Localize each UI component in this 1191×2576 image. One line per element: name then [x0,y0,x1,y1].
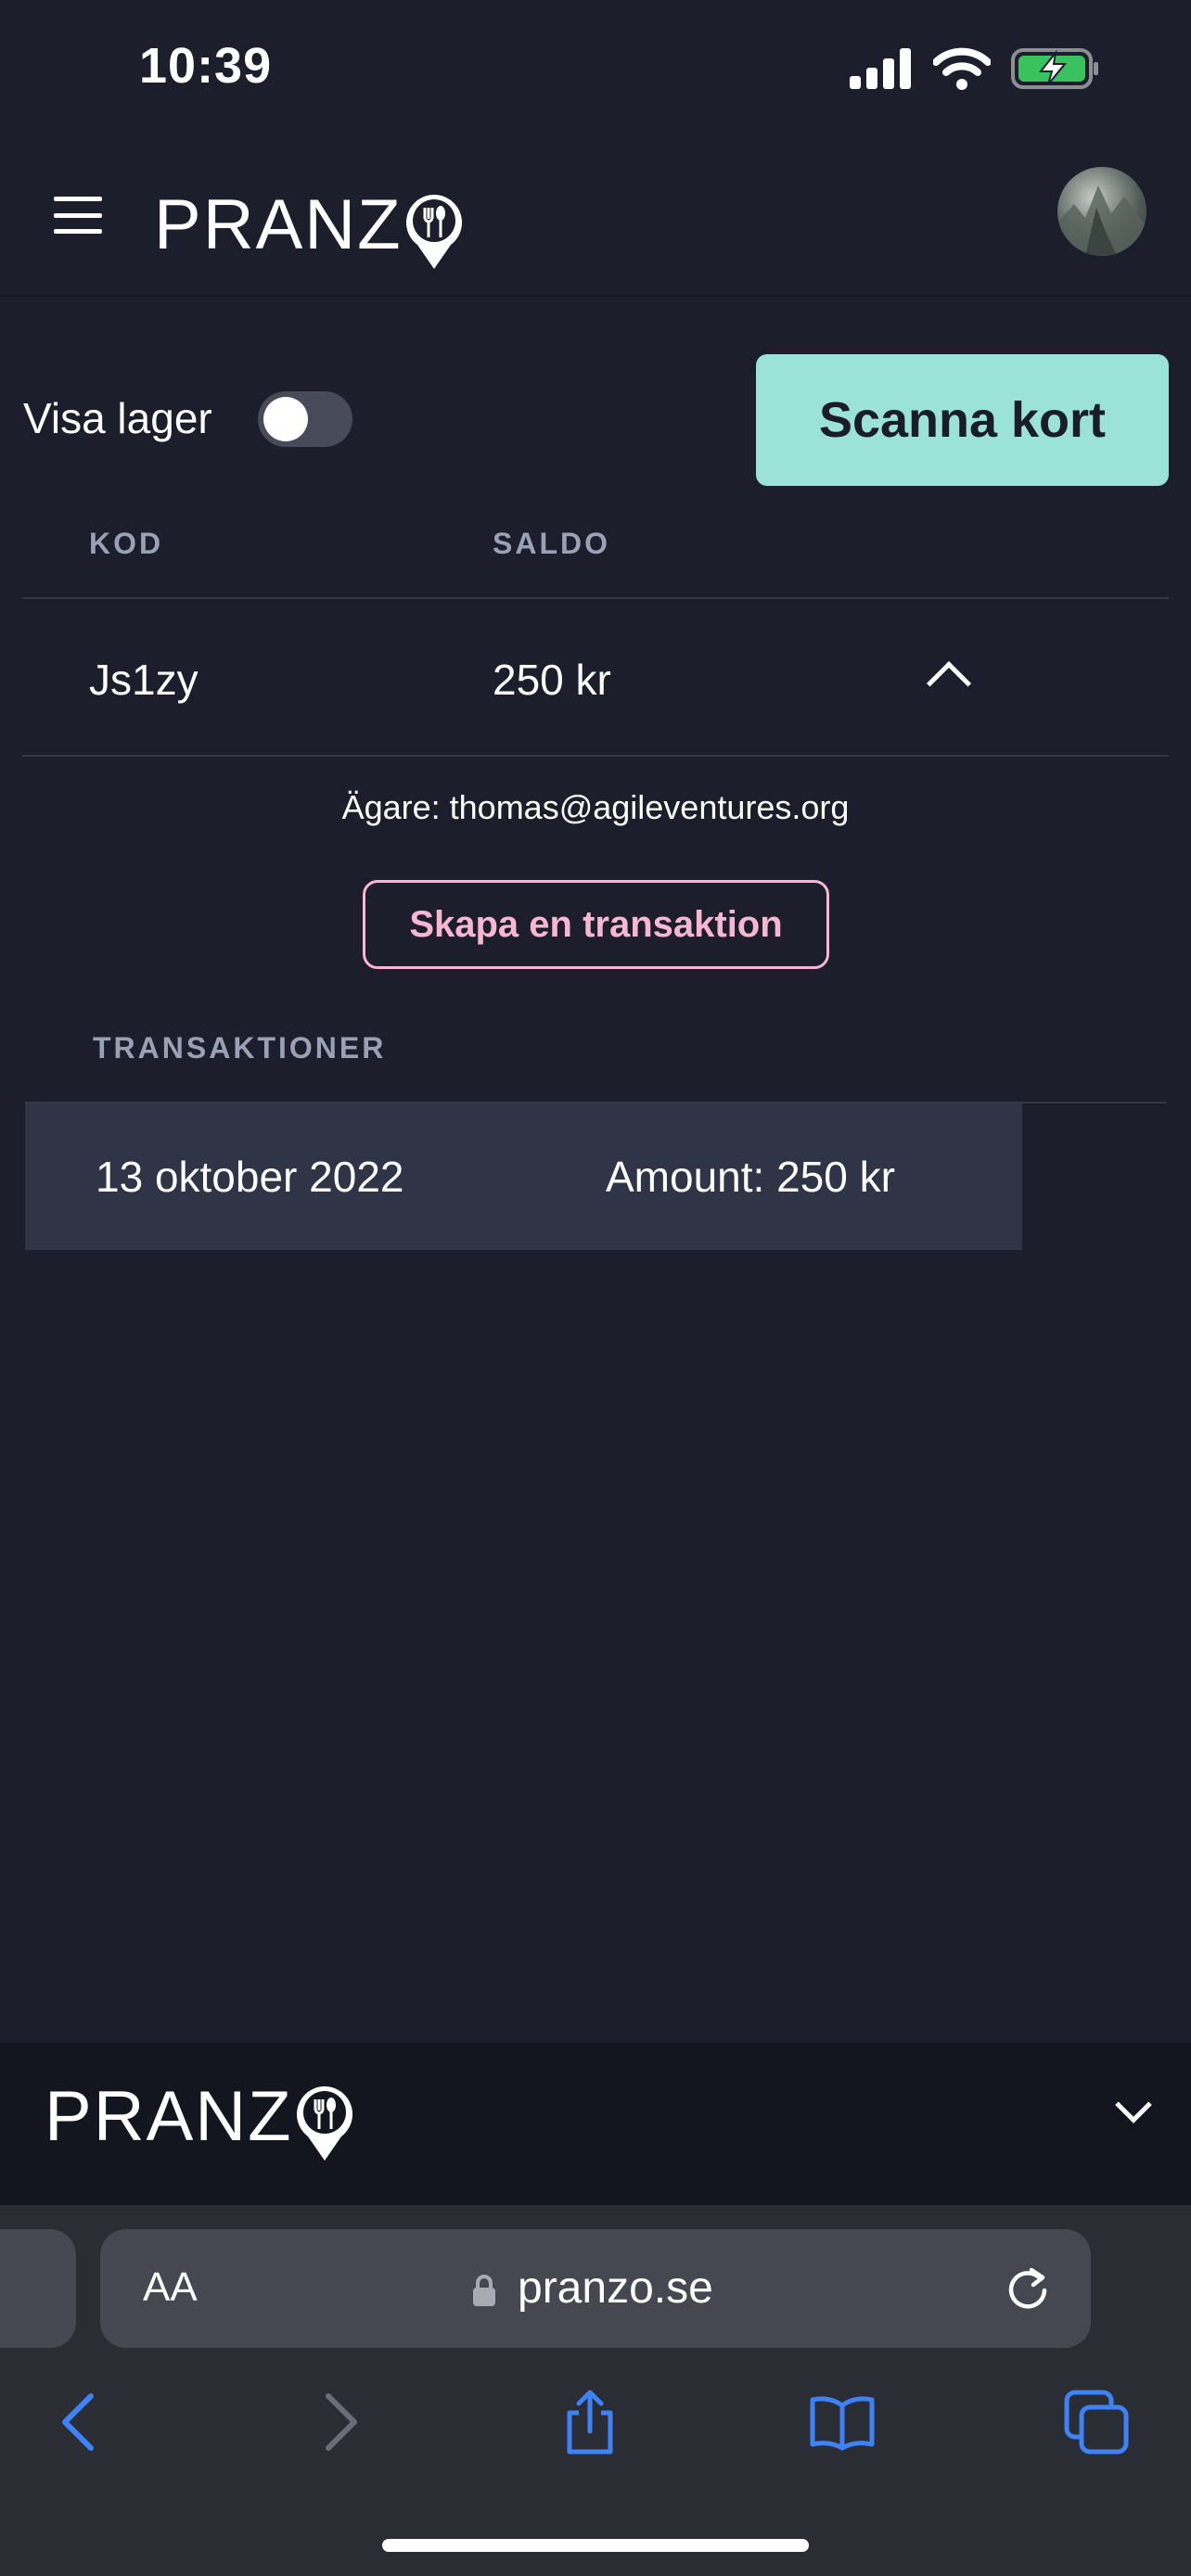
show-stock-label: Visa lager [23,394,212,442]
reload-icon[interactable] [1004,2263,1052,2311]
footer-pranzo-logo: PRANZ [45,2070,354,2162]
scan-card-button[interactable]: Scanna kort [756,354,1169,486]
avatar-image [1057,185,1146,256]
previous-tab-preview[interactable] [0,2229,76,2348]
lock-icon [473,2275,495,2306]
transaction-date: 13 oktober 2022 [96,1153,404,1201]
transactions-header: TRANSAKTIONER [93,1031,387,1065]
text-size-button[interactable]: AA [143,2264,198,2311]
show-stock-toggle[interactable] [258,391,352,447]
table-divider [22,597,1169,599]
user-avatar[interactable] [1057,167,1146,256]
status-icons [850,45,1100,93]
share-icon[interactable] [557,2389,623,2455]
tabs-icon[interactable] [1063,2389,1130,2455]
collapse-chevron-icon[interactable] [926,660,972,707]
bookmarks-icon[interactable] [809,2389,876,2455]
transaction-amount: Amount: 250 kr [606,1153,895,1201]
create-transaction-button[interactable]: Skapa en transaktion [363,880,829,969]
pin-cutlery-icon [296,2086,352,2161]
toggle-knob [263,397,308,441]
hamburger-menu-icon[interactable] [54,197,102,234]
card-code: Js1zy [89,656,198,704]
card-owner: Ägare: thomas@agileventures.org [341,788,850,826]
wifi-icon [933,47,991,90]
home-indicator [382,2539,809,2552]
column-header-balance[interactable]: SALDO [493,527,610,561]
cellular-signal-icon [850,48,911,89]
forward-icon[interactable] [306,2389,373,2455]
pin-cutlery-icon [405,195,462,269]
card-balance: 250 kr [493,656,611,704]
pranzo-logo[interactable]: PRANZ [154,178,464,271]
status-time: 10:39 [139,38,273,94]
column-header-code[interactable]: KOD [89,527,163,561]
back-icon[interactable] [46,2389,113,2455]
battery-charging-icon [1011,48,1098,89]
url-text[interactable]: pranzo.se [518,2263,713,2314]
table-divider [22,755,1169,757]
